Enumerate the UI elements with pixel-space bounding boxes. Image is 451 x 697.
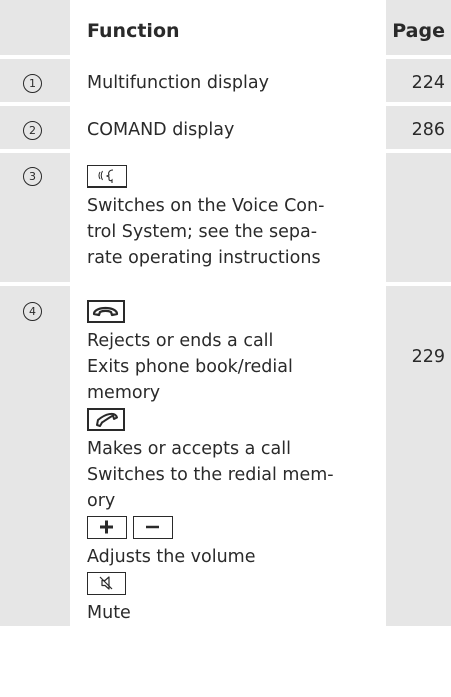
description-line: ory (87, 491, 116, 511)
description-line: Switches to the redial mem- (87, 465, 334, 485)
table-row: 1 Multifunction display 224 (0, 59, 451, 106)
description-line: Rejects or ends a call (87, 331, 274, 351)
description-line: Switches on the Voice Con- (87, 196, 325, 216)
item-number-4: 4 (23, 302, 42, 321)
page-number-cell: 229 (386, 286, 451, 626)
mute-key-icon (87, 572, 126, 595)
page-number-cell (386, 153, 451, 286)
description-line: rate operating instructions (87, 248, 321, 268)
item-number-2: 2 (23, 121, 42, 140)
table-row: 4 Rejects or ends a call Exits phone boo… (0, 286, 451, 626)
function-cell: COMAND display (70, 106, 386, 153)
description-line: memory (87, 383, 161, 403)
page-number-cell: 224 (386, 59, 451, 106)
function-table: Function Page 1 Multifunction display 22… (0, 0, 451, 626)
description-line: Makes or accepts a call (87, 439, 291, 459)
volume-up-key-icon (87, 516, 127, 539)
description-line: Exits phone book/redial (87, 357, 293, 377)
number-column-header (0, 0, 70, 59)
table-row: 3 Switches on the Voice Con- trol System… (0, 153, 451, 286)
function-cell: Switches on the Voice Con- trol System; … (70, 153, 386, 286)
description-line: Adjusts the volume (87, 547, 256, 567)
page-column-header: Page (386, 0, 451, 59)
page-number-cell: 286 (386, 106, 451, 153)
voice-control-key-icon (87, 165, 127, 188)
function-cell: Rejects or ends a call Exits phone book/… (70, 286, 386, 626)
description-line: Mute (87, 603, 131, 623)
accept-call-key-icon (87, 408, 125, 431)
description-line: trol System; see the sepa- (87, 222, 318, 242)
item-number-1: 1 (23, 74, 42, 93)
end-call-key-icon (87, 300, 125, 323)
table-header-row: Function Page (0, 0, 451, 59)
function-column-header: Function (70, 0, 386, 59)
item-number-3: 3 (23, 167, 42, 186)
volume-down-key-icon (133, 516, 173, 539)
function-cell: Multifunction display (70, 59, 386, 106)
table-row: 2 COMAND display 286 (0, 106, 451, 153)
